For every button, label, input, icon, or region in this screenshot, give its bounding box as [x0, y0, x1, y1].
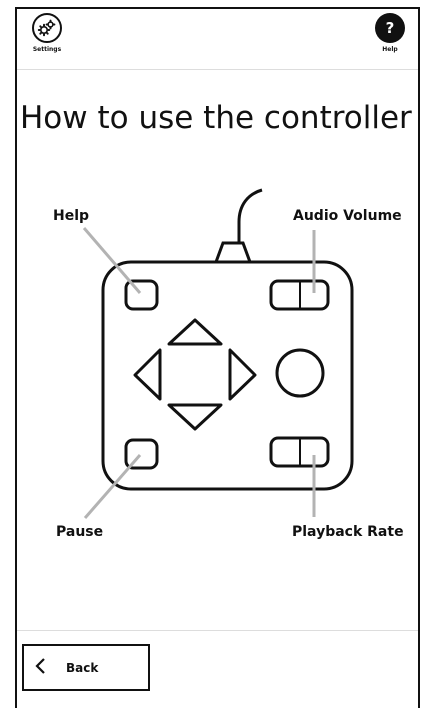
settings-icon	[32, 13, 62, 43]
footer-divider	[17, 630, 418, 631]
pause-callout: Pause	[56, 524, 104, 540]
back-label: Back	[66, 660, 99, 675]
page-title: How to use the controller	[20, 100, 412, 136]
top-bar: Settings ? Help	[17, 9, 418, 70]
chevron-left-icon	[34, 657, 46, 678]
help-glyph: ?	[385, 19, 395, 37]
playback-rate-callout: Playback Rate	[292, 524, 404, 540]
help-callout: Help	[53, 208, 90, 224]
settings-button[interactable]: Settings	[25, 13, 69, 65]
settings-label: Settings	[32, 46, 62, 53]
question-icon: ?	[375, 13, 405, 43]
help-button[interactable]: ? Help	[368, 13, 412, 65]
pause-key	[124, 438, 159, 470]
help-label: Help	[382, 46, 398, 53]
audio-volume-callout: Audio Volume	[293, 208, 402, 224]
back-button[interactable]: Back	[22, 644, 150, 691]
help-key	[124, 279, 159, 311]
